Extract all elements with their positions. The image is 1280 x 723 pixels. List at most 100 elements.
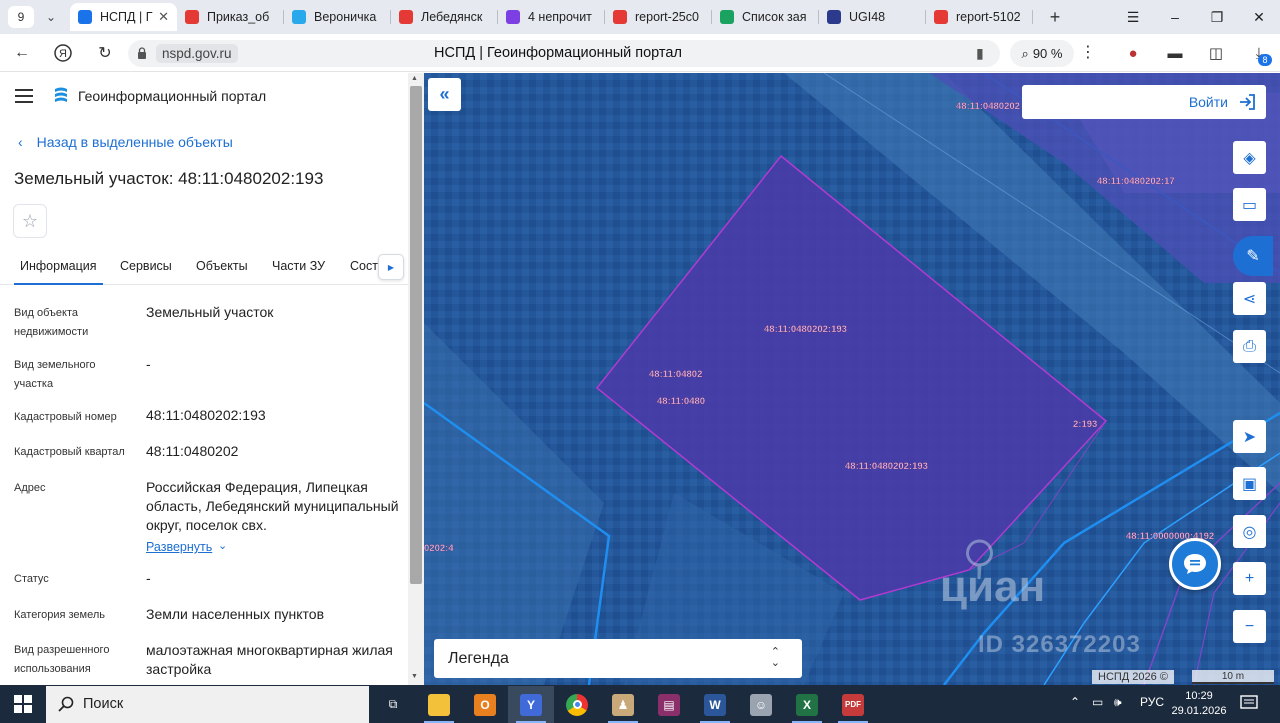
browser-tab[interactable]: Лебедянск <box>391 3 498 31</box>
tab-title: Список зая <box>742 10 807 24</box>
tab-counter[interactable]: 9 <box>8 6 34 28</box>
tab-information[interactable]: Информация <box>14 259 103 285</box>
excel-icon[interactable]: X <box>784 686 830 723</box>
browser-tab[interactable]: UGI48 <box>819 3 926 31</box>
field-label: Вид объекта недвижимости <box>14 307 89 338</box>
browser-tab[interactable]: report-25c0 <box>605 3 712 31</box>
field-value: Земельный участок <box>146 304 274 320</box>
volume-icon[interactable]: 🕪 <box>1114 695 1122 710</box>
search-location-icon[interactable]: ◎ <box>1233 515 1266 548</box>
input-language[interactable]: РУС <box>1140 695 1164 709</box>
minimap-icon[interactable]: ▣ <box>1233 467 1266 500</box>
menu-hamburger-icon[interactable] <box>15 89 33 103</box>
taskbar-clock[interactable]: 10:29 29.01.2026 <box>1168 689 1230 719</box>
ruler-icon[interactable]: ▭ <box>1233 188 1266 221</box>
extension-icon[interactable]: ● <box>1122 42 1144 64</box>
browser-tab[interactable]: 4 непрочит <box>498 3 605 31</box>
geolocation-icon[interactable]: ➤ <box>1233 420 1266 453</box>
field-value: малоэтажная многоквартирная жилая застро… <box>146 642 393 677</box>
report-icon[interactable]: ✎ <box>1233 236 1273 276</box>
notifications-icon[interactable] <box>1240 695 1258 711</box>
login-button[interactable]: Войти <box>1022 85 1266 119</box>
panel-scrollbar-thumb[interactable] <box>410 86 422 584</box>
parcel-label: 2:193 <box>1073 419 1097 430</box>
bookmark-icon[interactable]: ▮ <box>976 45 984 62</box>
tab-favicon-icon <box>827 10 841 24</box>
address-bar: ← Я ↻ nspd.gov.ru НСПД | Геоинформационн… <box>0 34 1280 72</box>
back-arrow-icon[interactable]: ← <box>9 41 35 65</box>
scroll-up-arrow-icon[interactable]: ▲ <box>411 75 418 82</box>
share-icon[interactable]: ⋖ <box>1233 282 1266 315</box>
lock-icon <box>138 47 146 59</box>
address-value: Российская Федерация, Липецкая область, … <box>146 479 399 533</box>
close-tab-icon[interactable]: ✕ <box>158 9 169 25</box>
tab-favicon-icon <box>934 10 948 24</box>
map-view[interactable]: 48:11:0480202 48:11:0480202:17 48:11:048… <box>424 73 1280 685</box>
windows-start-icon[interactable] <box>14 695 32 713</box>
field-label: Кадастровый квартал <box>14 446 125 458</box>
tab-title: 4 непрочит <box>528 10 592 24</box>
tab-services[interactable]: Сервисы <box>120 259 172 273</box>
winrar-icon[interactable]: ▤ <box>646 686 692 723</box>
browser-menu-icon[interactable]: ☰ <box>1112 0 1154 34</box>
browser-tab[interactable]: Вероничка <box>284 3 391 31</box>
reload-icon[interactable]: ↻ <box>92 41 118 65</box>
browser-tab[interactable]: report-5102 <box>926 3 1033 31</box>
zoom-indicator[interactable]: ⌕ 90 % <box>1010 40 1074 67</box>
tab-favicon-icon <box>399 10 413 24</box>
clock-date: 29.01.2026 <box>1171 705 1227 717</box>
tab-title: UGI48 <box>849 10 886 24</box>
restore-icon[interactable]: ❐ <box>1196 0 1238 34</box>
parcel-label: 48:11:0480202:193 <box>764 324 847 335</box>
watermark-id: ID 326372203 <box>978 631 1141 658</box>
network-icon[interactable]: ▭ <box>1092 695 1103 709</box>
close-window-icon[interactable]: ✕ <box>1238 0 1280 34</box>
extension-icon[interactable]: ▬ <box>1164 42 1186 64</box>
tab-list-chevron-icon[interactable]: ⌄ <box>38 6 64 28</box>
chevron-down-icon[interactable]: ⌄ <box>218 539 227 552</box>
svg-text:Я: Я <box>59 48 67 60</box>
expand-address-link[interactable]: Развернуть <box>146 540 212 554</box>
tab-title: НСПД | Г <box>100 10 153 24</box>
field-value: Земли населенных пунктов <box>146 606 325 622</box>
taskbar-search-input[interactable]: Поиск <box>46 686 369 723</box>
zoom-in-icon[interactable]: + <box>1233 562 1266 595</box>
chat-icon[interactable] <box>1169 538 1221 590</box>
task-view-icon[interactable]: ⧉ <box>370 686 416 723</box>
app-icon[interactable]: ☺ <box>738 686 784 723</box>
url-field[interactable]: nspd.gov.ru НСПД | Геоинформационный пор… <box>128 40 1000 67</box>
word-icon[interactable]: W <box>692 686 738 723</box>
favorite-star-icon[interactable]: ☆ <box>13 204 47 238</box>
tabs-scroll-right-icon[interactable]: ▶ <box>378 254 404 280</box>
page-title: НСПД | Геоинформационный портал <box>434 45 682 61</box>
tab-objects[interactable]: Объекты <box>196 259 248 273</box>
tab-favicon-icon <box>613 10 627 24</box>
back-to-selected-link[interactable]: ‹ Назад в выделенные объекты <box>18 134 233 150</box>
file-explorer-icon[interactable] <box>416 686 462 723</box>
browser-tab[interactable]: Приказ_об <box>177 3 284 31</box>
browser-tab[interactable]: Список зая <box>712 3 819 31</box>
field-label: Вид земельного участка <box>14 359 96 390</box>
outlook-icon[interactable]: O <box>462 686 508 723</box>
tab-favicon-icon <box>506 10 520 24</box>
print-icon[interactable]: ⎙ <box>1233 330 1266 363</box>
tab-title: Лебедянск <box>421 10 483 24</box>
new-tab-plus-icon[interactable]: + <box>1043 6 1067 28</box>
tray-chevron-up-icon[interactable]: ⌃ <box>1070 695 1080 709</box>
more-options-icon[interactable]: ⋮ <box>1080 42 1096 62</box>
layers-icon[interactable]: ◈ <box>1233 141 1266 174</box>
collapse-panel-icon[interactable]: « <box>428 78 461 111</box>
tab-parcel-parts[interactable]: Части ЗУ <box>272 259 325 273</box>
app-icon[interactable]: ♟ <box>600 686 646 723</box>
chrome-icon[interactable] <box>554 686 600 723</box>
zoom-out-icon[interactable]: − <box>1233 610 1266 643</box>
legend-dropdown[interactable]: Легенда ⌃ ⌄ <box>434 639 802 678</box>
minimize-icon[interactable]: – <box>1154 0 1196 34</box>
yandex-browser-icon[interactable]: Y <box>508 686 554 723</box>
browser-tab[interactable]: НСПД | Г ✕ <box>70 3 177 31</box>
yandex-logo-icon[interactable]: Я <box>50 41 76 65</box>
portal-logo-icon <box>55 87 67 102</box>
extension-icon[interactable]: ◫ <box>1205 42 1227 64</box>
pdf-icon[interactable]: PDF <box>830 686 876 723</box>
scroll-down-arrow-icon[interactable]: ▼ <box>411 673 418 680</box>
